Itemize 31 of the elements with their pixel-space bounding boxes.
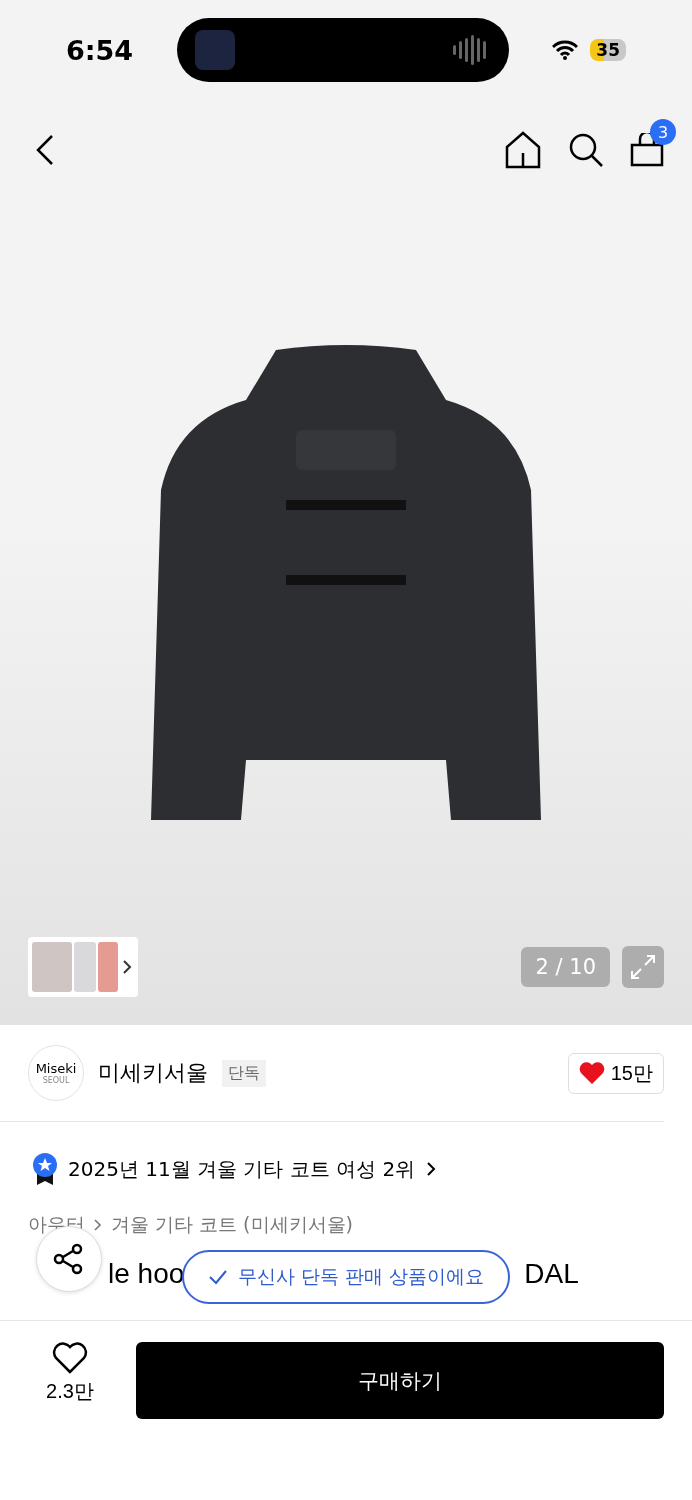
wifi-icon <box>552 40 579 60</box>
image-counter: 2 / 10 <box>521 947 610 987</box>
product-title: le hoo <box>108 1258 185 1290</box>
photo-placeholder <box>98 942 118 992</box>
ranking-medal-icon <box>32 1152 58 1186</box>
app-icon <box>194 30 235 70</box>
thumbnail-strip[interactable] <box>28 937 138 997</box>
status-time: 6:54 <box>66 34 134 66</box>
home-icon[interactable] <box>504 131 542 169</box>
exclusive-tag: 단독 <box>222 1059 266 1087</box>
wishlist-button[interactable]: 2.3만 <box>40 1342 100 1405</box>
chevron-right-icon <box>120 958 134 976</box>
share-icon <box>53 1243 85 1275</box>
chevron-right-icon <box>93 1218 103 1232</box>
checkmark-icon <box>207 1269 228 1285</box>
chevron-right-icon <box>425 1160 438 1178</box>
ranking-link[interactable]: 2025년 11월 겨울 기타 코트 여성 2위 <box>68 1155 416 1183</box>
heart-icon <box>578 1061 605 1085</box>
back-button[interactable] <box>36 134 54 166</box>
breadcrumb-link[interactable]: 겨울 기타 코트 (미세키서울) <box>111 1212 353 1238</box>
toast-message: 무신사 단독 판매 상품이에요 <box>237 1264 485 1289</box>
product-title: DAL <box>524 1258 579 1290</box>
brand-like-button[interactable]: 15만 <box>567 1052 664 1094</box>
search-icon[interactable] <box>568 132 604 168</box>
cart-count-badge: 3 <box>650 119 676 145</box>
expand-icon <box>630 954 656 980</box>
photo-placeholder <box>74 942 96 992</box>
brand-name[interactable]: 미세키서울 <box>98 1058 208 1088</box>
heart-icon <box>52 1342 88 1374</box>
photo-placeholder <box>32 942 72 992</box>
buy-button[interactable]: 구매하기 <box>136 1342 664 1419</box>
